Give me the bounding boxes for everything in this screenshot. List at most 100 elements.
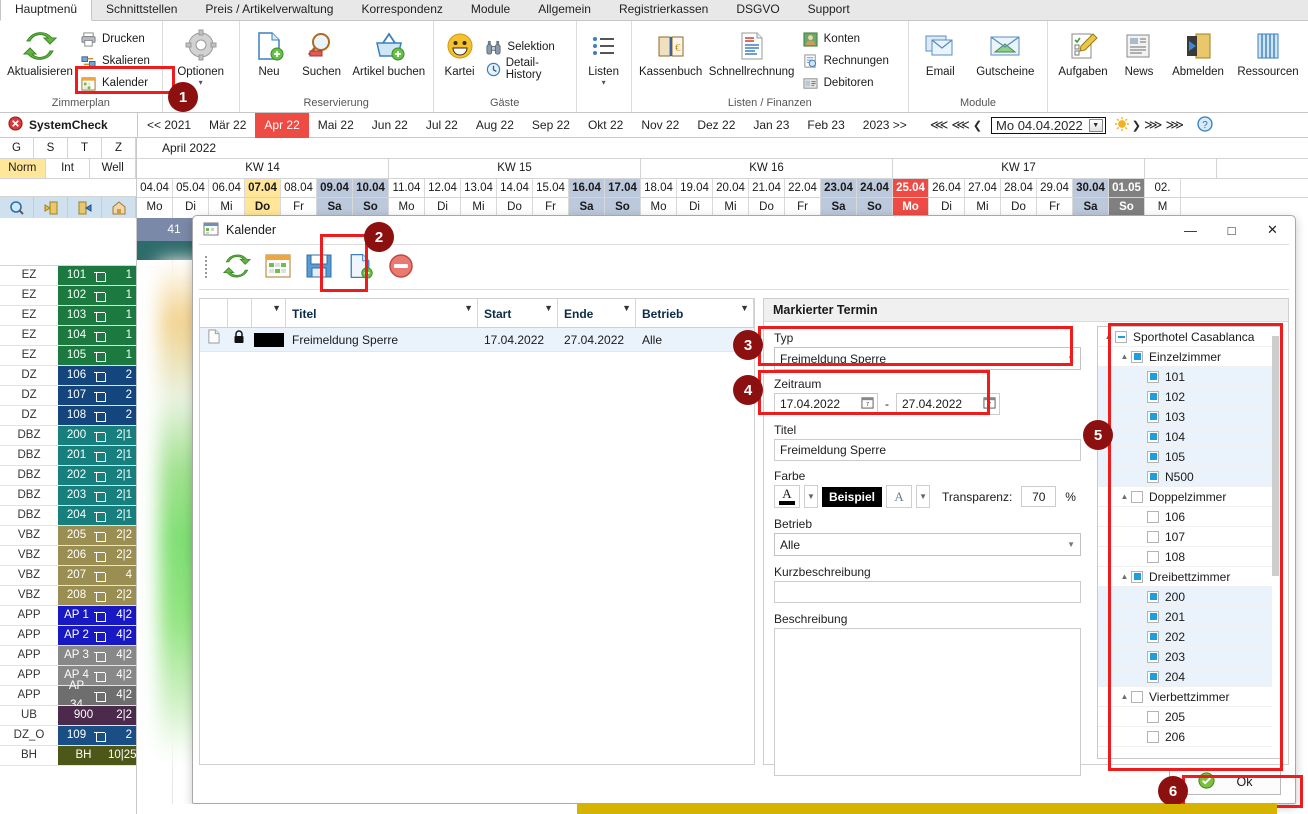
month-button-sep22[interactable]: Sep 22 <box>523 113 579 138</box>
date-cell[interactable]: 12.04 <box>425 179 461 197</box>
detail-history-button[interactable]: Detail-History <box>481 57 571 81</box>
tree-checkbox[interactable] <box>1147 410 1159 423</box>
trash-icon[interactable] <box>94 570 106 582</box>
room-number-cell[interactable]: 109 2 <box>58 726 136 745</box>
room-row[interactable]: DZ 107 2 <box>0 386 136 406</box>
chevron-down-icon[interactable]: ▼ <box>1067 540 1075 549</box>
room-row[interactable]: VBZ 206 2|2 <box>0 546 136 566</box>
tree-checkbox[interactable] <box>1147 630 1159 643</box>
room-number-cell[interactable]: 900 2|2 <box>58 706 136 725</box>
date-picker[interactable]: Mo 04.04.2022 ▼ <box>991 116 1106 134</box>
date-cell[interactable]: 08.04 <box>281 179 317 197</box>
trash-icon[interactable] <box>94 450 106 462</box>
room-row[interactable]: DBZ 204 2|1 <box>0 506 136 526</box>
titel-input[interactable]: Freimeldung Sperre <box>774 439 1081 461</box>
room-row[interactable]: VBZ 205 2|2 <box>0 526 136 546</box>
room-number-cell[interactable]: AP 3 4|2 <box>58 646 136 665</box>
tree-item[interactable]: 108 <box>1098 547 1281 567</box>
systemcheck-indicator[interactable]: SystemCheck <box>0 112 138 138</box>
zeitraum-to-input[interactable]: 27.04.2022 7 <box>896 393 1000 415</box>
tree-checkbox[interactable] <box>1147 390 1159 403</box>
date-cell[interactable]: 27.04 <box>965 179 1001 197</box>
tree-item[interactable]: ▲ Vierbettzimmer <box>1098 687 1281 707</box>
date-cell[interactable]: 19.04 <box>677 179 713 197</box>
room-number-cell[interactable]: 105 1 <box>58 346 136 365</box>
tree-item[interactable]: 202 <box>1098 627 1281 647</box>
date-cell[interactable]: 28.04 <box>1001 179 1037 197</box>
room-number-cell[interactable]: AP 1 4|2 <box>58 606 136 625</box>
calendar-picker-icon[interactable]: 7 <box>861 396 874 412</box>
trash-icon[interactable] <box>94 390 106 402</box>
tree-scrollbar[interactable] <box>1272 328 1280 757</box>
kassenbuch-button[interactable]: € Kassenbuch <box>636 24 706 79</box>
grid-col-color[interactable]: ▼ <box>252 299 286 327</box>
trash-icon[interactable] <box>94 430 106 442</box>
trash-icon[interactable] <box>94 410 106 422</box>
trash-icon[interactable] <box>94 530 106 542</box>
trash-icon[interactable] <box>94 670 106 682</box>
table-row[interactable]: Freimeldung Sperre 17.04.2022 27.04.2022… <box>200 328 754 352</box>
month-button-okt22[interactable]: Okt 22 <box>579 113 632 138</box>
prev-year-button[interactable]: << 2021 <box>138 113 200 138</box>
tree-item[interactable]: 102 <box>1098 387 1281 407</box>
date-cell[interactable]: 04.04 <box>137 179 173 197</box>
step-forward-icon[interactable]: ❯ <box>1132 119 1141 132</box>
col-z[interactable]: Z <box>102 138 136 159</box>
tree-item[interactable]: 204 <box>1098 667 1281 687</box>
room-number-cell[interactable]: 200 2|1 <box>58 426 136 445</box>
skalieren-button[interactable]: Skalieren <box>76 50 154 72</box>
tree-checkbox[interactable] <box>1147 610 1159 623</box>
month-button-aug22[interactable]: Aug 22 <box>467 113 523 138</box>
mode-int[interactable]: Int <box>45 159 91 179</box>
tree-checkbox[interactable] <box>1147 450 1159 463</box>
grid-col-ende[interactable]: Ende ▼ <box>558 299 636 327</box>
maximize-button[interactable]: □ <box>1211 217 1252 243</box>
date-cell[interactable]: 07.04 <box>245 179 281 197</box>
month-button-dez22[interactable]: Dez 22 <box>688 113 744 138</box>
grid-col-start[interactable]: Start ▼ <box>478 299 558 327</box>
room-number-cell[interactable]: 102 1 <box>58 286 136 305</box>
suchen-button[interactable]: Suchen <box>294 24 349 79</box>
room-row[interactable]: APP AP 34 4|2 <box>0 680 136 711</box>
month-button-jan23[interactable]: Jan 23 <box>744 113 798 138</box>
new-entry-button[interactable] <box>343 250 377 284</box>
chevron-up-icon[interactable]: ▲ <box>1118 352 1131 361</box>
typ-select[interactable]: Freimeldung Sperre ▼ <box>774 347 1081 370</box>
ribbon-tab-dsgvo[interactable]: DSGVO <box>722 0 793 20</box>
tree-item[interactable]: ▲ Einzelzimmer <box>1098 347 1281 367</box>
room-row[interactable]: EZ 105 1 <box>0 346 136 366</box>
tree-item[interactable]: N500 <box>1098 467 1281 487</box>
chevron-down-icon[interactable]: ▼ <box>1088 118 1103 132</box>
tree-checkbox[interactable] <box>1147 530 1159 543</box>
date-cell[interactable]: 17.04 <box>605 179 641 197</box>
room-number-cell[interactable]: 106 2 <box>58 366 136 385</box>
room-row[interactable]: VBZ 208 2|2 <box>0 586 136 606</box>
room-row[interactable]: EZ 101 1 <box>0 266 136 286</box>
col-t[interactable]: T <box>68 138 102 159</box>
room-number-cell[interactable]: 108 2 <box>58 406 136 425</box>
refresh-button[interactable] <box>220 250 254 284</box>
dialog-title-bar[interactable]: Kalender — □ ✕ <box>193 216 1295 244</box>
date-cell[interactable]: 05.04 <box>173 179 209 197</box>
trash-icon[interactable] <box>94 650 106 662</box>
room-number-cell[interactable]: BH 10|25 <box>58 746 136 765</box>
news-button[interactable]: News <box>1114 24 1164 79</box>
trash-icon[interactable] <box>94 610 106 622</box>
room-row[interactable]: DZ 106 2 <box>0 366 136 386</box>
trash-icon[interactable] <box>94 490 106 502</box>
room-row[interactable]: DZ_O 109 2 <box>0 726 136 746</box>
filter-icon[interactable]: ▼ <box>740 303 749 313</box>
tree-item[interactable]: 200 <box>1098 587 1281 607</box>
room-number-cell[interactable]: 206 2|2 <box>58 546 136 565</box>
beschreibung-textarea[interactable] <box>774 628 1081 776</box>
date-cell[interactable]: 20.04 <box>713 179 749 197</box>
trash-icon[interactable] <box>94 350 106 362</box>
month-button-jul22[interactable]: Jul 22 <box>417 113 467 138</box>
date-cell[interactable]: 01.05 <box>1109 179 1145 197</box>
tree-item[interactable]: 107 <box>1098 527 1281 547</box>
kartei-button[interactable]: Kartei <box>438 24 482 79</box>
zeitraum-from-input[interactable]: 17.04.2022 7 <box>774 393 878 415</box>
schnellrechnung-button[interactable]: Schnellrechnung <box>706 24 798 79</box>
trash-icon[interactable] <box>94 290 106 302</box>
tree-checkbox[interactable] <box>1131 490 1143 503</box>
